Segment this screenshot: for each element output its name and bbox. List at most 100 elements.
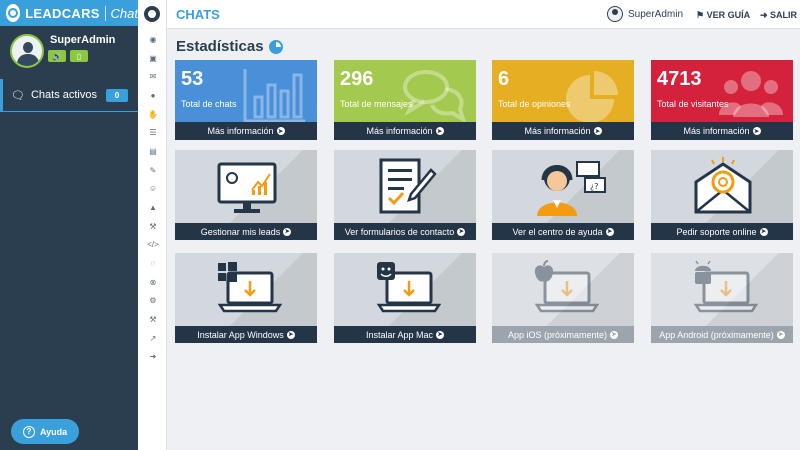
help-button[interactable]: ? Ayuda bbox=[11, 419, 79, 444]
tile-link[interactable]: Instalar App Mac ➤ bbox=[334, 326, 476, 343]
more-info-link[interactable]: Más información ➤ bbox=[492, 122, 634, 140]
guide-link[interactable]: ⚑ VER GUÍA bbox=[696, 10, 750, 21]
arrow-right-icon: ➤ bbox=[752, 127, 761, 135]
help-label: Ayuda bbox=[40, 426, 68, 437]
envelope-icon[interactable]: ✉ bbox=[147, 70, 159, 82]
stat-label: Total de visitantes bbox=[657, 99, 729, 109]
tools-icon[interactable]: ⚒ bbox=[147, 313, 159, 325]
logout-label: SALIR bbox=[770, 10, 798, 20]
sidebar-item-chats-activos[interactable]: 🗨 Chats activos 0 bbox=[0, 79, 138, 112]
app-window: LEADCARS Chat SuperAdmin 🔊 ▯ 🗨 Chats act… bbox=[0, 0, 800, 450]
avatar[interactable] bbox=[10, 34, 44, 68]
tile-install-windows[interactable]: Instalar App Windows ➤ bbox=[175, 253, 317, 343]
brand-name: LEADCARS bbox=[25, 5, 100, 21]
more-info-link[interactable]: Más información ➤ bbox=[651, 122, 793, 140]
code-icon[interactable]: </> bbox=[147, 238, 159, 250]
stat-value: 296 bbox=[340, 68, 374, 90]
arrow-right-icon: ➤ bbox=[457, 227, 466, 236]
tile-link[interactable]: Ver formularios de contacto ➤ bbox=[334, 223, 476, 240]
arrow-right-icon: ➤ bbox=[605, 227, 614, 236]
tile-label: Gestionar mis leads bbox=[200, 226, 281, 237]
tile-link[interactable]: Gestionar mis leads ➤ bbox=[175, 223, 317, 240]
brand-header[interactable]: LEADCARS Chat bbox=[0, 0, 138, 26]
tile-link: App Android (próximamente) ➤ bbox=[651, 326, 793, 343]
tile-contact-forms[interactable]: Ver formularios de contacto ➤ bbox=[334, 150, 476, 240]
pie-chart-icon bbox=[566, 71, 618, 123]
comment-icon[interactable]: ● bbox=[147, 89, 159, 101]
tile-label: App Android (próximamente) bbox=[659, 329, 774, 340]
arrow-right-icon: ➤ bbox=[759, 227, 768, 236]
tile-app-ios: App iOS (próximamente) ➤ bbox=[492, 253, 634, 343]
tile-manage-leads[interactable]: Gestionar mis leads ➤ bbox=[175, 150, 317, 240]
top-bar: CHATS SuperAdmin ⚑ VER GUÍA ➜ SALIR bbox=[167, 0, 800, 29]
area-chart-icon[interactable]: ▲ bbox=[147, 201, 159, 213]
more-info-link[interactable]: Más información ➤ bbox=[334, 122, 476, 140]
section-title: Estadísticas bbox=[176, 38, 283, 55]
gear-icon[interactable]: ⚙ bbox=[147, 294, 159, 306]
tile-label: Ver formularios de contacto bbox=[344, 226, 455, 237]
close-circle-icon[interactable]: ⊗ bbox=[147, 276, 159, 288]
more-info-label: Más información bbox=[524, 126, 591, 136]
stat-card-chats: 53 Total de chats Más información ➤ bbox=[175, 60, 317, 140]
hand-icon[interactable]: ✋ bbox=[147, 108, 159, 120]
more-info-label: Más información bbox=[207, 126, 274, 136]
monitor-chart-icon bbox=[217, 162, 277, 213]
arrow-right-icon: ➤ bbox=[286, 330, 295, 339]
stat-card-opinions: 6 Total de opiniones Más información ➤ bbox=[492, 60, 634, 140]
tile-link[interactable]: Pedir soporte online ➤ bbox=[651, 223, 793, 240]
tile-link[interactable]: Instalar App Windows ➤ bbox=[175, 326, 317, 343]
section-title-text: Estadísticas bbox=[176, 38, 264, 55]
question-icon: ? bbox=[23, 425, 35, 438]
more-info-link[interactable]: Más información ➤ bbox=[175, 122, 317, 140]
arrow-right-icon: ➤ bbox=[610, 330, 619, 339]
tile-label: Instalar App Mac bbox=[365, 329, 434, 340]
brand-product: Chat bbox=[110, 5, 138, 21]
tile-label: Ver el centro de ayuda bbox=[512, 226, 603, 237]
more-info-label: Más información bbox=[683, 126, 750, 136]
toggle-icon[interactable]: ◌ bbox=[147, 257, 159, 269]
sidebar-item-label: Chats activos bbox=[30, 89, 97, 101]
support-agent-icon: ¿? bbox=[537, 161, 606, 216]
brand-divider bbox=[104, 5, 106, 21]
arrow-right-icon: ➤ bbox=[776, 330, 785, 339]
tile-label: App iOS (próximamente) bbox=[507, 329, 608, 340]
sound-toggle-icon[interactable]: 🔊 bbox=[48, 50, 66, 62]
arrow-right-icon: ➤ bbox=[283, 227, 292, 236]
chats-count-badge: 0 bbox=[106, 89, 128, 102]
topbar-avatar bbox=[607, 6, 623, 22]
tile-online-support[interactable]: Pedir soporte online ➤ bbox=[651, 150, 793, 240]
contact-card-icon[interactable]: ▣ bbox=[147, 52, 159, 64]
page-title: CHATS bbox=[176, 7, 220, 22]
leadcars-logo-icon bbox=[6, 4, 21, 22]
document-icon[interactable]: ▤ bbox=[147, 145, 159, 157]
mac-laptop-icon bbox=[376, 262, 441, 313]
eye-icon[interactable]: ◉ bbox=[147, 33, 159, 45]
arrow-right-icon: ➤ bbox=[435, 127, 444, 135]
arrow-right-icon: ➤ bbox=[276, 127, 285, 135]
chat-logo-icon[interactable] bbox=[144, 6, 160, 22]
apple-laptop-icon bbox=[534, 260, 599, 313]
stat-label: Total de chats bbox=[181, 99, 237, 109]
stat-card-messages: 296 Total de mensajes Más información ➤ bbox=[334, 60, 476, 140]
list-icon[interactable]: ☰ bbox=[147, 126, 159, 138]
tile-install-mac[interactable]: Instalar App Mac ➤ bbox=[334, 253, 476, 343]
arrow-right-icon: ➤ bbox=[593, 127, 602, 135]
stat-value: 53 bbox=[181, 68, 204, 90]
tile-link: App iOS (próximamente) ➤ bbox=[492, 326, 634, 343]
tile-help-center[interactable]: ¿? Ver el centro de ayuda ➤ bbox=[492, 150, 634, 240]
pencil-icon[interactable]: ✎ bbox=[147, 164, 159, 176]
line-chart-icon[interactable]: ↗ bbox=[147, 332, 159, 344]
user-toggles: 🔊 ▯ bbox=[48, 50, 88, 62]
guide-label: VER GUÍA bbox=[706, 10, 751, 20]
pie-chart-icon bbox=[268, 39, 283, 54]
sign-out-icon[interactable]: ➜ bbox=[147, 350, 159, 362]
topbar-user-name: SuperAdmin bbox=[628, 8, 684, 20]
tile-label: Pedir soporte online bbox=[676, 226, 757, 237]
tile-app-android: App Android (próximamente) ➤ bbox=[651, 253, 793, 343]
tile-link[interactable]: Ver el centro de ayuda ➤ bbox=[492, 223, 634, 240]
topbar-user[interactable]: SuperAdmin bbox=[607, 6, 683, 22]
wrench-icon[interactable]: ⚒ bbox=[147, 220, 159, 232]
logout-link[interactable]: ➜ SALIR bbox=[760, 10, 797, 21]
mobile-toggle-icon[interactable]: ▯ bbox=[70, 50, 88, 62]
user-circle-icon[interactable]: ☺ bbox=[147, 182, 159, 194]
